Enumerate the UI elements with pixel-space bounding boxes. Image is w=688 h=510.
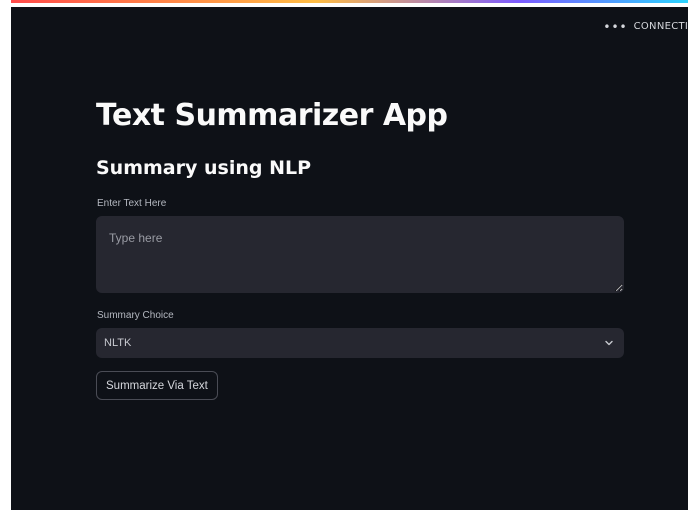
- summary-choice-label: Summary Choice: [97, 310, 174, 321]
- status-dots-icon: •••: [603, 19, 628, 34]
- summarize-button[interactable]: Summarize Via Text: [96, 371, 218, 400]
- chevron-down-icon: [604, 338, 614, 348]
- app-frame: ••• CONNECTING Text Summarizer App Summa…: [11, 0, 688, 510]
- connection-status[interactable]: ••• CONNECTING: [603, 19, 688, 34]
- text-input[interactable]: [96, 216, 624, 293]
- page-title: Text Summarizer App: [96, 98, 448, 133]
- text-input-label: Enter Text Here: [97, 198, 167, 209]
- top-divider: [11, 3, 688, 7]
- summary-choice-select[interactable]: NLTK: [96, 328, 624, 358]
- connection-status-text: CONNECTING: [633, 21, 688, 32]
- summary-choice-value: NLTK: [104, 337, 132, 349]
- page-subtitle: Summary using NLP: [96, 157, 312, 179]
